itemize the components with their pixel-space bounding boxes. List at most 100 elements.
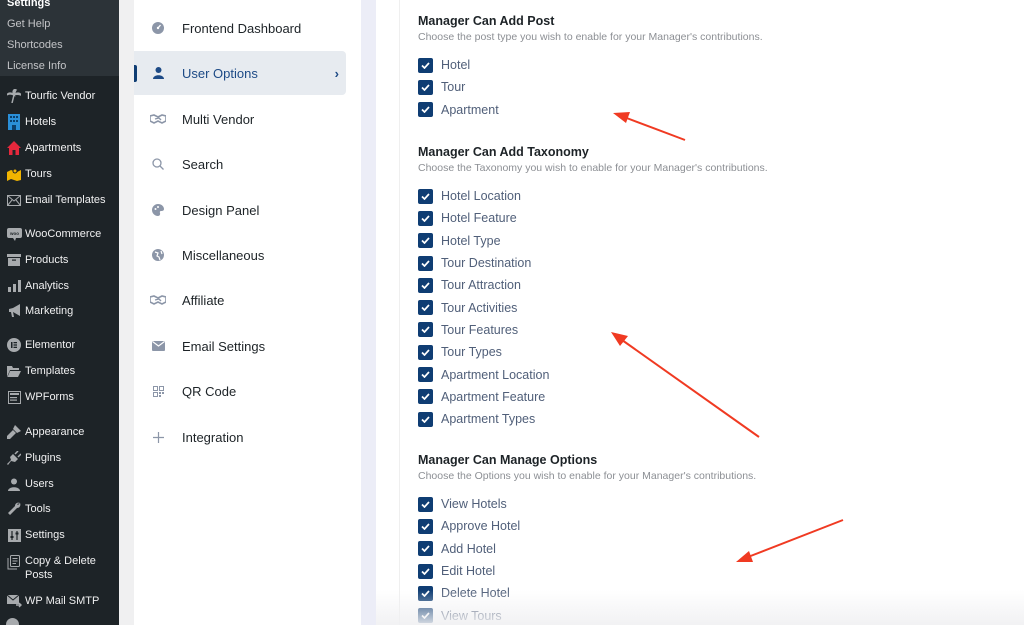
checkbox-label: Tour [441, 80, 466, 95]
menu-label-line1: Copy & Delete [25, 555, 96, 567]
checkbox[interactable] [418, 102, 433, 118]
checkbox[interactable] [418, 518, 433, 534]
checkbox-option[interactable]: Hotel Location [418, 185, 768, 207]
checkbox-option[interactable]: Hotel Feature [418, 207, 768, 229]
checkbox-option[interactable]: Tour [418, 76, 763, 98]
checkbox[interactable] [418, 255, 433, 271]
nav-item-qr-code[interactable]: QR Code [134, 369, 346, 413]
nav-background [119, 0, 134, 625]
handshake-icon [134, 295, 182, 305]
checkbox-group: View Hotels Approve Hotel Add Hotel Edit Ho… [418, 493, 756, 625]
nav-item-integration[interactable]: Integration [134, 415, 346, 459]
menu-item-tours[interactable]: Tours [0, 163, 119, 185]
checkbox[interactable] [418, 411, 433, 427]
checkbox-option[interactable]: Hotel [418, 54, 763, 76]
checkbox[interactable] [418, 541, 433, 557]
checkbox[interactable] [418, 300, 433, 316]
checkbox-option[interactable]: Tour Destination [418, 252, 768, 274]
checkbox[interactable] [418, 563, 433, 579]
submenu-item-settings[interactable]: Settings [0, 0, 119, 14]
panel-gutter [361, 0, 376, 625]
menu-item-hotels[interactable]: Hotels [0, 111, 119, 133]
submenu-item-license-info[interactable]: License Info [0, 56, 119, 77]
menu-item-appearance[interactable]: Appearance [0, 421, 119, 443]
checkbox-label: Hotel Feature [441, 211, 517, 226]
checkbox-option[interactable]: Edit Hotel [418, 560, 756, 582]
checkbox-option[interactable]: Add Hotel [418, 538, 756, 560]
checkmark-icon [421, 237, 430, 245]
menu-item-apartments[interactable]: Apartments [0, 137, 119, 159]
menu-item-wp-mail-smtp[interactable]: WP Mail SMTP [0, 590, 119, 612]
checkbox[interactable] [418, 233, 433, 249]
plug-icon [0, 451, 25, 465]
menu-item-elementor[interactable]: Elementor [0, 334, 119, 356]
menu-item-woocommerce[interactable]: woo WooCommerce [0, 223, 119, 245]
sliders-icon [0, 528, 25, 542]
menu-item-tourfic-vendor[interactable]: Tourfic Vendor [0, 85, 119, 107]
submenu-item-get-help[interactable]: Get Help [0, 14, 119, 35]
menu-item-email-templates[interactable]: Email Templates [0, 189, 119, 211]
checkbox-option[interactable]: Tour Activities [418, 296, 768, 318]
checkbox[interactable] [418, 322, 433, 338]
checkbox[interactable] [418, 277, 433, 293]
checkbox-option[interactable]: Apartment Location [418, 363, 768, 385]
checkbox-option[interactable]: Apartment Types [418, 408, 768, 430]
checkbox[interactable] [418, 608, 433, 624]
menu-item-templates[interactable]: Templates [0, 360, 119, 382]
checkbox-option[interactable]: Tour Types [418, 341, 768, 363]
checkbox[interactable] [418, 79, 433, 95]
checkbox-option[interactable]: Delete Hotel [418, 582, 756, 604]
nav-item-search[interactable]: Search [134, 142, 346, 186]
settings-nav: Frontend Dashboard User Options › Multi … [134, 0, 361, 625]
nav-item-label: User Options [182, 65, 258, 81]
checkbox-option[interactable]: Tour Features [418, 319, 768, 341]
checkbox-option[interactable]: Hotel Type [418, 230, 768, 252]
checkbox-label: View Hotels [441, 497, 507, 512]
checkmark-icon [421, 215, 430, 222]
user-icon [0, 478, 25, 491]
partial-menu-icon [6, 618, 19, 625]
checkbox-option[interactable]: View Tours [418, 604, 756, 625]
checkbox-option[interactable]: Apartment [418, 99, 763, 121]
menu-item-settings[interactable]: Settings [0, 524, 119, 546]
checkbox[interactable] [418, 57, 433, 73]
checkbox[interactable] [418, 210, 433, 226]
menu-item-users[interactable]: Users [0, 473, 119, 495]
menu-item-plugins[interactable]: Plugins [0, 447, 119, 469]
checkmark-icon [421, 282, 430, 289]
nav-item-email-settings[interactable]: Email Settings [134, 324, 346, 368]
section-title: Manager Can Manage Options [418, 453, 598, 467]
paintbrush-icon [0, 425, 25, 439]
checkbox-label: Apartment Location [441, 367, 550, 382]
checkbox-option[interactable]: Apartment Feature [418, 386, 768, 408]
checkbox[interactable] [418, 389, 433, 405]
nav-item-multi-vendor[interactable]: Multi Vendor [134, 97, 346, 141]
checkmark-icon [421, 612, 430, 620]
nav-item-affiliate[interactable]: Affiliate [134, 278, 346, 322]
checkbox[interactable] [418, 367, 433, 383]
checkmark-icon [421, 393, 430, 401]
checkbox[interactable] [418, 188, 433, 204]
menu-item-marketing[interactable]: Marketing [0, 300, 119, 322]
checkmark-icon [421, 304, 430, 312]
user-icon [134, 67, 182, 79]
menu-item-tools[interactable]: Tools [0, 498, 119, 520]
menu-item-analytics[interactable]: Analytics [0, 275, 119, 297]
globe-icon [134, 249, 182, 261]
menu-item-products[interactable]: Products [0, 249, 119, 271]
nav-item-frontend-dashboard[interactable]: Frontend Dashboard [134, 6, 346, 50]
nav-item-design-panel[interactable]: Design Panel [134, 188, 346, 232]
menu-item-wpforms[interactable]: WPForms [0, 386, 119, 408]
checkbox-option[interactable]: Tour Attraction [418, 274, 768, 296]
menu-item-copy-delete-posts[interactable]: Copy & Delete Posts [0, 554, 119, 586]
checkbox[interactable] [418, 585, 433, 601]
checkbox[interactable] [418, 344, 433, 360]
checkbox[interactable] [418, 496, 433, 512]
hotel-building-icon [0, 114, 25, 130]
checkbox-group: Hotel Location Hotel Feature Hotel Type Tou… [418, 185, 768, 430]
nav-item-miscellaneous[interactable]: Miscellaneous [134, 233, 346, 277]
submenu-item-shortcodes[interactable]: Shortcodes [0, 35, 119, 56]
checkbox-option[interactable]: Approve Hotel [418, 515, 756, 537]
checkbox-option[interactable]: View Hotels [418, 493, 756, 515]
nav-item-user-options[interactable]: User Options › [134, 51, 346, 95]
